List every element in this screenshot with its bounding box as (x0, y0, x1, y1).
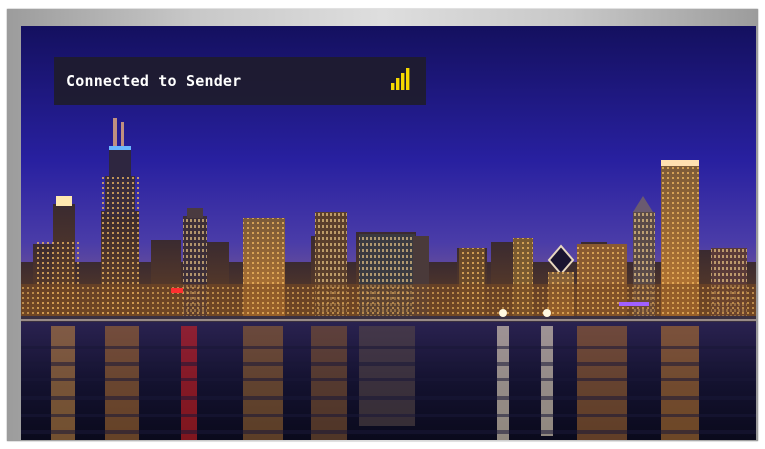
signal-bar (391, 83, 395, 90)
connection-status-text: Connected to Sender (66, 72, 242, 90)
signal-bar (406, 68, 410, 90)
connection-status-bar: Connected to Sender (54, 57, 426, 105)
signal-bar (396, 78, 400, 90)
signal-bar (401, 73, 405, 90)
signal-strength-icon (391, 68, 410, 90)
